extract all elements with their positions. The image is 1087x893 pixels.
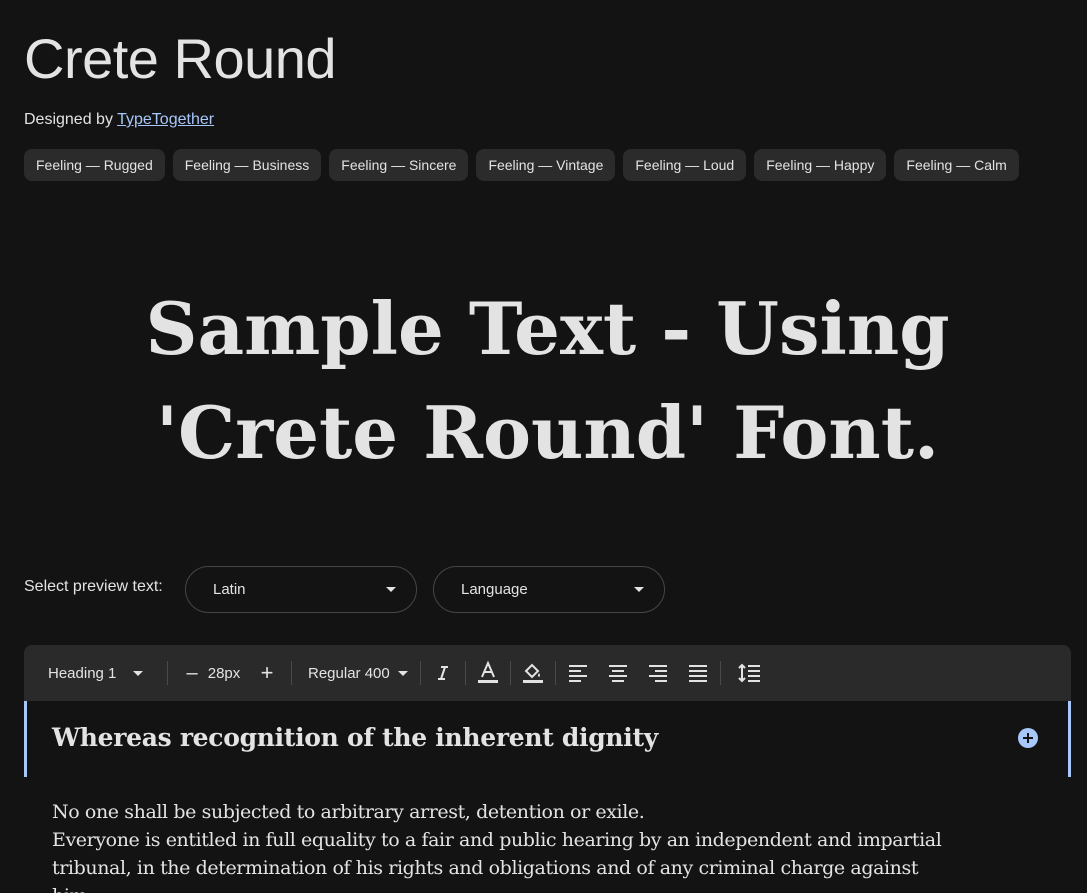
align-right-icon[interactable] — [640, 655, 676, 691]
sample-text: Sample Text - Using 'Crete Round' Font. — [145, 286, 950, 475]
tag-chip-loud[interactable]: Feeling — Loud — [623, 149, 747, 181]
designer-prefix: Designed by — [24, 111, 113, 128]
language-select-value: Language — [461, 581, 528, 598]
designer-line: Designed by TypeTogether — [24, 111, 214, 129]
line-height-icon[interactable] — [731, 655, 767, 691]
align-center-icon[interactable] — [600, 655, 636, 691]
editor-heading-block[interactable]: Whereas recognition of the inherent dign… — [24, 701, 1071, 777]
weight-select-value: Regular 400 — [308, 664, 390, 682]
align-justify-icon[interactable] — [680, 655, 716, 691]
toolbar-divider — [555, 661, 556, 685]
add-block-icon[interactable] — [1018, 728, 1038, 748]
editor-body[interactable]: No one shall be subjected to arbitrary a… — [52, 798, 952, 893]
tag-chip-vintage[interactable]: Feeling — Vintage — [476, 149, 616, 181]
script-select[interactable]: Latin — [185, 566, 417, 613]
language-select[interactable]: Language — [433, 566, 665, 613]
align-left-icon[interactable] — [560, 655, 596, 691]
font-title: Crete Round — [24, 27, 337, 90]
style-select[interactable]: Heading 1 — [48, 645, 163, 701]
weight-select[interactable]: Regular 400 — [296, 645, 416, 701]
chevron-down-icon — [133, 670, 143, 676]
script-select-value: Latin — [213, 581, 246, 598]
editor-heading-text[interactable]: Whereas recognition of the inherent dign… — [52, 723, 658, 752]
highlight-icon[interactable] — [515, 655, 551, 691]
editor-paragraph[interactable]: Everyone is entitled in full equality to… — [52, 826, 952, 893]
tag-chip-happy[interactable]: Feeling — Happy — [754, 149, 887, 181]
designer-link[interactable]: TypeTogether — [117, 111, 214, 128]
tag-chip-rugged[interactable]: Feeling — Rugged — [24, 149, 165, 181]
editor-paragraph[interactable]: No one shall be subjected to arbitrary a… — [52, 798, 952, 826]
chevron-down-icon — [634, 587, 644, 592]
text-color-icon[interactable] — [470, 655, 506, 691]
editor-toolbar: Heading 1 – 28px + Regular 400 — [24, 645, 1071, 701]
chevron-down-icon — [386, 587, 396, 592]
toolbar-divider — [510, 661, 511, 685]
tag-chip-sincere[interactable]: Feeling — Sincere — [329, 149, 469, 181]
toolbar-divider — [720, 661, 721, 685]
tag-chip-calm[interactable]: Feeling — Calm — [894, 149, 1019, 181]
increase-size-button[interactable]: + — [247, 645, 287, 701]
tag-chip-business[interactable]: Feeling — Business — [172, 149, 322, 181]
italic-icon[interactable] — [425, 655, 461, 691]
preview-label: Select preview text: — [24, 578, 163, 595]
toolbar-divider — [167, 661, 168, 685]
style-select-value: Heading 1 — [48, 664, 117, 682]
font-size-value[interactable]: 28px — [208, 645, 241, 701]
toolbar-divider — [291, 661, 292, 685]
toolbar-divider — [420, 661, 421, 685]
decrease-size-button[interactable]: – — [172, 645, 212, 701]
tag-list: Feeling — Rugged Feeling — Business Feel… — [24, 149, 1057, 181]
chevron-down-icon — [397, 670, 408, 676]
toolbar-divider — [465, 661, 466, 685]
